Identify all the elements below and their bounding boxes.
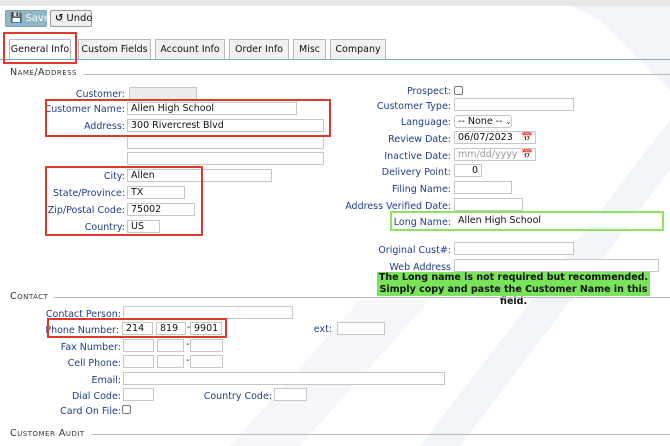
prospect-label: Prospect: bbox=[406, 86, 451, 97]
tab-label: Company bbox=[335, 44, 381, 55]
calendar-icon[interactable]: 📅 bbox=[521, 149, 533, 160]
top-strip bbox=[0, 0, 670, 6]
fax-area-input[interactable] bbox=[123, 339, 154, 352]
highlight-phone-number bbox=[47, 318, 227, 338]
address-verified-input[interactable] bbox=[454, 198, 523, 211]
tab-label: Custom Fields bbox=[81, 44, 148, 55]
customer-type-input[interactable] bbox=[454, 98, 574, 111]
save-icon: 💾 bbox=[10, 13, 23, 24]
undo-button[interactable]: ↺ Undo bbox=[50, 10, 93, 27]
web-address-input[interactable] bbox=[454, 259, 659, 272]
address-input-3[interactable] bbox=[127, 152, 324, 165]
highlight-tab-general-info bbox=[3, 32, 77, 64]
tab-company[interactable]: Company bbox=[330, 39, 386, 59]
tab-label: Misc bbox=[298, 44, 320, 55]
dial-code-input[interactable] bbox=[123, 388, 154, 401]
highlight-city-state-zip-country bbox=[45, 166, 203, 236]
highlight-long-name bbox=[390, 211, 664, 231]
tab-account-info[interactable]: Account Info bbox=[155, 39, 225, 59]
card-on-file-checkbox[interactable] bbox=[122, 405, 131, 414]
filing-name-label: Filing Name: bbox=[392, 184, 451, 195]
section-divider bbox=[92, 434, 670, 435]
cell-label: Cell Phone: bbox=[67, 358, 121, 369]
review-date-label: Review Date: bbox=[388, 134, 451, 145]
tab-label: Order Info bbox=[235, 44, 283, 55]
chevron-down-icon: ⌄ bbox=[505, 118, 512, 126]
section-title-name-address: Name/Address bbox=[10, 67, 78, 78]
language-value: -- None -- bbox=[458, 116, 503, 127]
original-cust-input[interactable] bbox=[454, 242, 574, 255]
save-label: Save bbox=[25, 13, 50, 24]
fax-prefix-input[interactable] bbox=[157, 339, 184, 352]
tab-underline bbox=[0, 59, 670, 60]
inactive-date-label: Inactive Date: bbox=[384, 151, 451, 162]
email-label: Email: bbox=[91, 375, 121, 386]
section-divider bbox=[54, 297, 670, 298]
country-code-label: Country Code: bbox=[203, 391, 272, 402]
section-title-contact: Contact bbox=[10, 291, 49, 302]
prospect-checkbox[interactable] bbox=[454, 86, 463, 95]
highlight-customer-name-address bbox=[45, 99, 331, 137]
note-line-1: The Long name is not required but recomm… bbox=[378, 272, 649, 283]
inactive-date-input[interactable]: mm/dd/yyyy 📅 bbox=[454, 148, 536, 161]
inactive-date-placeholder: mm/dd/yyyy bbox=[458, 149, 518, 160]
undo-icon: ↺ bbox=[55, 13, 64, 24]
section-title-customer-audit: Customer Audit bbox=[10, 428, 85, 439]
tab-custom-fields[interactable]: Custom Fields bbox=[78, 39, 151, 59]
email-input[interactable] bbox=[123, 372, 445, 385]
delivery-point-label: Delivery Point: bbox=[381, 167, 451, 178]
cell-dash: - bbox=[186, 355, 190, 366]
review-date-input[interactable]: 06/07/2023 📅 bbox=[454, 131, 536, 144]
save-button[interactable]: 💾 Save bbox=[5, 10, 50, 27]
note-line-2: Simply copy and paste the Customer Name … bbox=[379, 284, 648, 307]
language-select[interactable]: -- None -- ⌄ bbox=[454, 115, 512, 128]
section-divider bbox=[84, 74, 670, 75]
country-code-input[interactable] bbox=[274, 388, 307, 401]
dial-code-label: Dial Code: bbox=[72, 391, 121, 402]
cell-line-input[interactable] bbox=[190, 355, 223, 368]
fax-label: Fax Number: bbox=[60, 342, 121, 353]
tab-order-info[interactable]: Order Info bbox=[229, 39, 289, 59]
cell-area-input[interactable] bbox=[123, 355, 154, 368]
fax-line-input[interactable] bbox=[190, 339, 223, 352]
tab-label: Account Info bbox=[160, 44, 220, 55]
delivery-point-input[interactable]: 0 bbox=[454, 164, 482, 177]
filing-name-input[interactable] bbox=[454, 181, 512, 194]
review-date-value: 06/07/2023 bbox=[458, 132, 513, 143]
original-cust-label: Original Cust#: bbox=[378, 245, 451, 256]
language-label: Language: bbox=[400, 117, 451, 128]
tab-misc[interactable]: Misc bbox=[293, 39, 326, 59]
cell-prefix-input[interactable] bbox=[157, 355, 184, 368]
long-name-note: The Long name is not required but recomm… bbox=[377, 272, 650, 307]
ext-label: ext: bbox=[313, 324, 332, 335]
undo-label: Undo bbox=[66, 13, 93, 24]
customer-type-label: Customer Type: bbox=[376, 101, 451, 112]
calendar-icon[interactable]: 📅 bbox=[521, 132, 533, 143]
card-on-file-label: Card On File: bbox=[60, 406, 121, 417]
fax-dash: - bbox=[186, 339, 190, 350]
ext-input[interactable] bbox=[337, 322, 385, 335]
address-input-2[interactable] bbox=[127, 136, 324, 149]
